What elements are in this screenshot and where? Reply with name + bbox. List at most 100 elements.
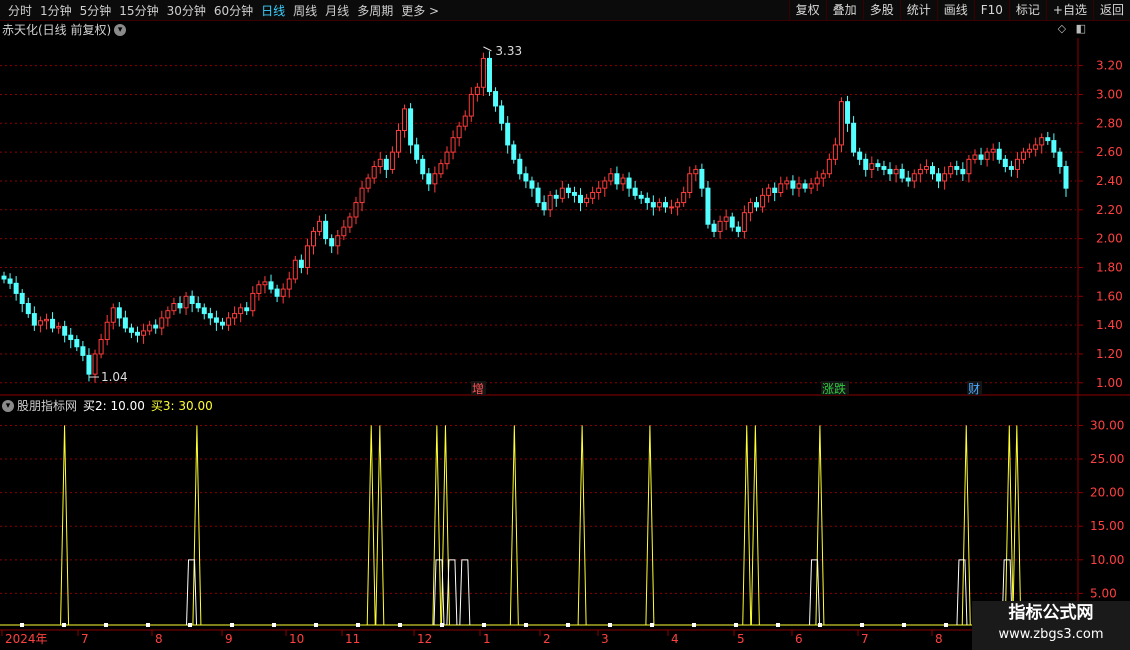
- candle-body: [359, 187, 365, 204]
- candle-body: [966, 158, 972, 175]
- candle-body: [990, 148, 996, 153]
- candle-body: [147, 324, 153, 332]
- high-label: 3.33: [495, 44, 522, 58]
- buy2-pulse: [809, 559, 821, 626]
- candle-body: [250, 292, 256, 312]
- price-tick-label: 1.00: [1096, 376, 1123, 390]
- candle-body: [493, 91, 499, 107]
- indicator-tick-label: 15.00: [1090, 519, 1124, 533]
- candle-body: [869, 163, 875, 170]
- candle-body: [183, 295, 189, 309]
- candle-body: [128, 327, 134, 333]
- buy3-spike: [742, 425, 752, 626]
- price-tick-label: 1.80: [1096, 260, 1123, 274]
- candle-body: [25, 303, 31, 315]
- candle-body: [298, 259, 304, 268]
- candle-body: [1057, 151, 1063, 168]
- candle-body: [414, 144, 420, 160]
- candle-body: [942, 173, 948, 182]
- candle-body: [845, 101, 851, 124]
- candle-body: [486, 57, 492, 93]
- candle-body: [207, 313, 213, 319]
- price-tick-label: 1.60: [1096, 289, 1123, 303]
- time-axis-label: 6: [795, 632, 803, 646]
- candle-body: [863, 158, 869, 170]
- candle-body: [881, 166, 887, 170]
- buy3-spike: [577, 425, 587, 626]
- candle-body: [729, 216, 735, 228]
- watermark-url: www.zbgs3.com: [998, 627, 1104, 642]
- candle-body: [377, 158, 383, 168]
- candle-body: [523, 173, 529, 182]
- baseline-dot: [692, 623, 696, 627]
- candle-body: [614, 173, 620, 185]
- buy3-spike: [1012, 425, 1022, 626]
- candle-body: [141, 330, 147, 336]
- candle-body: [838, 101, 844, 146]
- time-axis-label: 5: [737, 632, 745, 646]
- candle-body: [383, 158, 389, 170]
- chart-canvas[interactable]: 1.00 1.20 1.40 1.60 1.80 2.00 2.20 2.40 2.60 2.80…: [0, 0, 1130, 650]
- candle-body: [31, 313, 37, 326]
- candle-body: [851, 122, 857, 153]
- buy3-spike: [192, 425, 202, 626]
- watermark: 指标公式网 www.zbgs3.com: [972, 601, 1130, 650]
- baseline-dot: [482, 623, 486, 627]
- candle-body: [808, 183, 814, 189]
- candle-body: [1014, 158, 1020, 170]
- candle-body: [1027, 148, 1033, 153]
- candle-body: [711, 223, 717, 232]
- buy3-spike: [366, 425, 376, 626]
- candle-body: [766, 187, 772, 196]
- price-tick-label: 2.00: [1096, 232, 1123, 246]
- candle-body: [723, 216, 729, 222]
- time-axis-label: 11: [345, 632, 360, 646]
- candle-body: [996, 148, 1002, 160]
- candle-body: [135, 331, 141, 336]
- candle-body: [262, 281, 268, 286]
- candle-body: [74, 339, 80, 348]
- candle-body: [820, 173, 826, 179]
- candle-body: [656, 202, 662, 208]
- candle-body: [7, 278, 13, 284]
- buy3-spike: [432, 425, 442, 626]
- baseline-dot: [566, 623, 570, 627]
- candle-body: [402, 108, 408, 131]
- buy3-spike: [645, 425, 655, 626]
- baseline-dot: [104, 623, 108, 627]
- low-label: 1.04: [101, 370, 128, 384]
- candle-body: [584, 197, 590, 204]
- candle-body: [978, 154, 984, 160]
- candle-body: [226, 317, 232, 326]
- candle-body: [699, 168, 705, 189]
- baseline-dot: [524, 623, 528, 627]
- candle-body: [905, 177, 911, 182]
- candle-body: [238, 307, 244, 315]
- candle-body: [790, 180, 796, 189]
- time-axis-label: 7: [81, 632, 89, 646]
- candle-body: [948, 166, 954, 175]
- candle-body: [911, 173, 917, 182]
- candle-body: [559, 187, 565, 199]
- candle-body: [954, 166, 960, 170]
- candle-body: [1063, 166, 1069, 189]
- price-tick-label: 1.20: [1096, 347, 1123, 361]
- candle-body: [317, 220, 323, 232]
- baseline-dot: [62, 623, 66, 627]
- candle-body: [499, 105, 505, 124]
- candle-body: [280, 288, 286, 297]
- candle-body: [1008, 166, 1014, 170]
- baseline-dot: [146, 623, 150, 627]
- candle-body: [505, 122, 511, 146]
- candle-body: [796, 183, 802, 189]
- baseline-dot: [734, 623, 738, 627]
- candle-body: [171, 303, 177, 312]
- buy3-spike: [1004, 425, 1014, 626]
- candle-body: [772, 187, 778, 193]
- candle-body: [304, 245, 310, 268]
- candle-body: [814, 177, 820, 185]
- time-axis-label: 8: [155, 632, 163, 646]
- candle-body: [1051, 140, 1057, 153]
- candle-body: [177, 303, 183, 309]
- baseline-dot: [230, 623, 234, 627]
